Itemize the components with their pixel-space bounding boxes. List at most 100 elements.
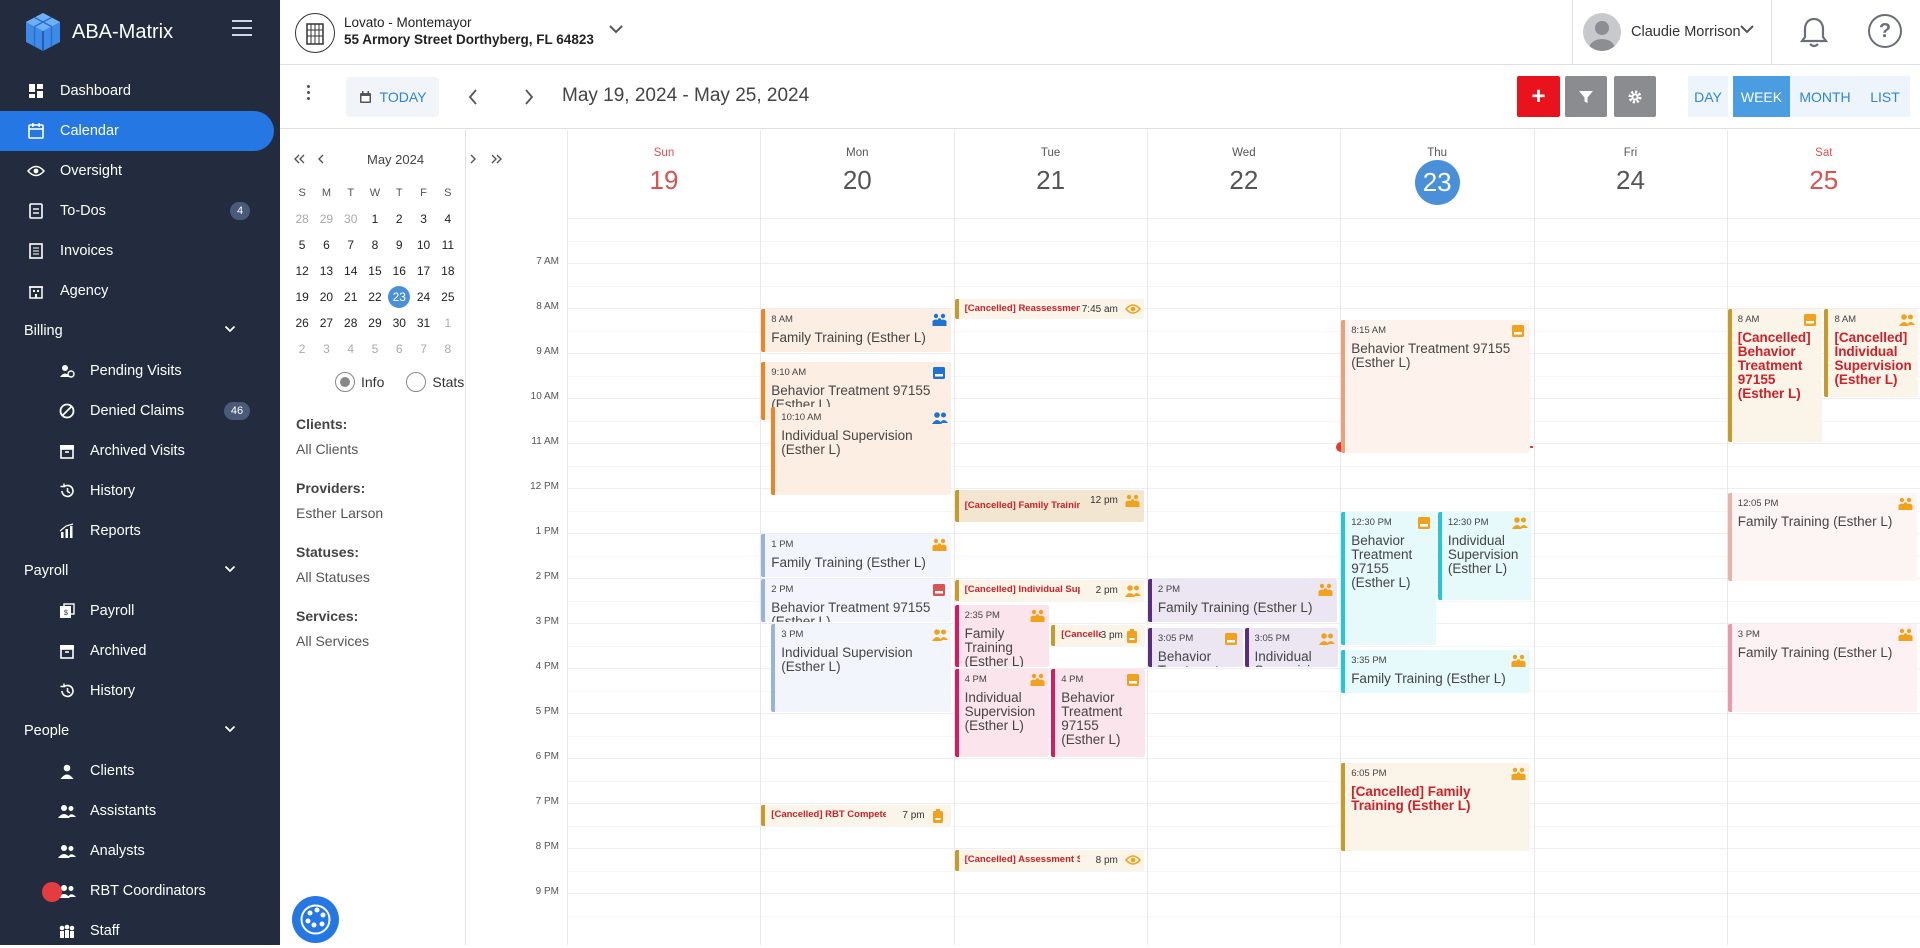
mini-calendar-day[interactable]: 7 xyxy=(411,342,435,356)
sidebar-item-agency[interactable]: Agency xyxy=(0,271,274,311)
day-header-mon[interactable]: Mon 20 xyxy=(760,130,953,218)
services-filter-value[interactable]: All Services xyxy=(296,633,369,649)
view-day-button[interactable]: DAY xyxy=(1688,76,1728,117)
mini-calendar-day[interactable]: 8 xyxy=(436,342,460,356)
calendar-event[interactable]: 3:05 PMIndividual Supervision xyxy=(1244,627,1339,667)
mini-calendar-day[interactable]: 20 xyxy=(314,290,338,304)
brand[interactable]: ABA-Matrix xyxy=(24,12,173,52)
chevron-down-icon[interactable] xyxy=(1739,24,1755,34)
day-header-thu[interactable]: Thu 23 xyxy=(1340,130,1533,218)
mini-calendar-day[interactable]: 14 xyxy=(339,264,363,278)
mini-calendar-day[interactable]: 23 xyxy=(387,286,411,308)
next-week-icon[interactable] xyxy=(522,87,536,107)
calendar-event[interactable]: 2 PM Behavior Treatment 97155 (Esther L) xyxy=(761,579,951,622)
sidebar-item-to-dos[interactable]: To-Dos 4 xyxy=(0,191,274,231)
mini-calendar-day[interactable]: 3 xyxy=(314,342,338,356)
sidebar-item-reports[interactable]: Reports xyxy=(0,511,274,551)
calendar-event[interactable]: [Cancelled] Individual Supervision 2 pm xyxy=(954,580,1144,601)
mini-calendar-day[interactable]: 24 xyxy=(411,290,435,304)
sidebar-item-assistants[interactable]: Assistants xyxy=(0,791,274,831)
mini-calendar-day[interactable]: 2 xyxy=(387,212,411,226)
mini-calendar-day[interactable]: 4 xyxy=(436,212,460,226)
sidebar-item-archived[interactable]: Archived xyxy=(0,631,274,671)
location-address[interactable]: 55 Armory Street Dorthyberg, FL 64823 xyxy=(344,32,594,47)
mini-calendar-day[interactable]: 29 xyxy=(363,316,387,330)
calendar-event[interactable]: 1 PM Family Training (Esther L) xyxy=(761,534,951,577)
sidebar-item-staff[interactable]: Staff xyxy=(0,911,274,945)
clients-filter-value[interactable]: All Clients xyxy=(296,441,358,457)
prev-year-icon[interactable] xyxy=(292,153,306,165)
calendar-event[interactable]: [Cancelled] Reassessment 7:45 am xyxy=(954,298,1144,320)
add-event-button[interactable]: + xyxy=(1517,76,1560,117)
day-header-sun[interactable]: Sun 19 xyxy=(567,130,760,218)
mini-calendar-day[interactable]: 26 xyxy=(290,316,314,330)
calendar-event[interactable]: 3:05 PMBehavior Treatment xyxy=(1147,627,1243,667)
calendar-event[interactable]: [Cancelled]3 pm xyxy=(1051,625,1145,646)
day-header-tue[interactable]: Tue 21 xyxy=(953,130,1147,218)
sidebar-item-denied-claims[interactable]: Denied Claims 46 xyxy=(0,391,274,431)
info-radio-label[interactable]: Info xyxy=(361,374,384,390)
calendar-event[interactable]: 12:30 PM Behavior Treatment 97155 (Esther… xyxy=(1341,511,1436,645)
calendar-event[interactable]: [Cancelled] Assessment Session 8 pm xyxy=(954,850,1144,871)
statuses-filter-value[interactable]: All Statuses xyxy=(296,569,370,585)
settings-button[interactable] xyxy=(1614,76,1656,117)
sidebar-section-billing[interactable]: Billing xyxy=(0,311,274,351)
calendar-event[interactable]: 6:05 PM [Cancelled] Family Training (Esth… xyxy=(1341,762,1531,851)
accessibility-button[interactable] xyxy=(292,896,339,943)
calendar-event[interactable]: 2:35 PM Family Training (Esther L) xyxy=(954,605,1050,667)
mini-calendar-day[interactable]: 6 xyxy=(387,342,411,356)
mini-calendar-day[interactable]: 12 xyxy=(290,264,314,278)
more-options-icon[interactable] xyxy=(307,85,310,100)
mini-calendar-day[interactable]: 13 xyxy=(314,264,338,278)
calendar-event[interactable]: 12:30 PM Individual Supervision (Esther L… xyxy=(1437,511,1532,600)
mini-calendar-day[interactable]: 9 xyxy=(387,238,411,252)
day-header-sat[interactable]: Sat 25 xyxy=(1726,130,1920,218)
mini-calendar-day[interactable]: 3 xyxy=(411,212,435,226)
providers-filter-value[interactable]: Esther Larson xyxy=(296,505,383,521)
calendar-event[interactable]: 8:15 AM Behavior Treatment 97155 (Esther … xyxy=(1341,320,1531,454)
calendar-event[interactable]: 8 AM [Cancelled] Individual Supervision (… xyxy=(1824,309,1919,397)
mini-calendar-day[interactable]: 16 xyxy=(387,264,411,278)
mini-calendar-day[interactable]: 1 xyxy=(436,316,460,330)
chevron-down-icon[interactable] xyxy=(224,565,236,573)
record-indicator-icon[interactable] xyxy=(42,882,62,902)
mini-calendar-day[interactable]: 29 xyxy=(314,212,338,226)
mini-calendar-day[interactable]: 7 xyxy=(339,238,363,252)
info-radio[interactable] xyxy=(335,372,355,392)
prev-month-icon[interactable] xyxy=(316,153,326,165)
calendar-event[interactable]: [Cancelled] RBT Competency 7 pm xyxy=(761,805,951,826)
location-name[interactable]: Lovato - Montemayor xyxy=(344,15,472,30)
sidebar-section-people[interactable]: People xyxy=(0,711,274,751)
sidebar-item-history[interactable]: History xyxy=(0,471,274,511)
mini-calendar-day[interactable]: 25 xyxy=(436,290,460,304)
chevron-down-icon[interactable] xyxy=(224,325,236,333)
calendar-event[interactable]: 8 AM Family Training (Esther L) xyxy=(761,309,951,352)
view-week-button[interactable]: WEEK xyxy=(1733,76,1790,117)
calendar-event[interactable]: 4 PM Behavior Treatment 97155 (Esther L) xyxy=(1051,669,1145,757)
view-month-button[interactable]: MONTH xyxy=(1790,76,1860,117)
mini-calendar-day[interactable]: 17 xyxy=(411,264,435,278)
calendar-event[interactable]: 3:35 PM Family Training (Esther L) xyxy=(1341,650,1531,694)
stats-radio-label[interactable]: Stats xyxy=(432,374,464,390)
next-year-icon[interactable] xyxy=(490,153,504,165)
sidebar-item-analysts[interactable]: Analysts xyxy=(0,831,274,871)
mini-calendar-day[interactable]: 2 xyxy=(290,342,314,356)
sidebar-item-pending-visits[interactable]: Pending Visits xyxy=(0,351,274,391)
chevron-down-icon[interactable] xyxy=(608,24,624,34)
mini-calendar-day[interactable]: 31 xyxy=(411,316,435,330)
mini-calendar-day[interactable]: 11 xyxy=(436,238,460,252)
calendar-event[interactable]: 8 AM [Cancelled] Behavior Treatment 97155… xyxy=(1727,309,1823,442)
view-list-button[interactable]: LIST xyxy=(1860,76,1910,117)
mini-calendar-day[interactable]: 27 xyxy=(314,316,338,330)
mini-calendar-day[interactable]: 4 xyxy=(339,342,363,356)
next-month-icon[interactable] xyxy=(468,153,478,165)
calendar-event[interactable]: 2 PM Family Training (Esther L) xyxy=(1147,579,1338,622)
mini-calendar-day[interactable]: 5 xyxy=(290,238,314,252)
calendar-event[interactable]: 3 PM Family Training (Esther L) xyxy=(1727,624,1918,712)
calendar-event[interactable]: 3 PM Individual Supervision (Esther L) xyxy=(771,624,951,712)
stats-radio[interactable] xyxy=(406,372,427,392)
mini-calendar-day[interactable]: 21 xyxy=(339,290,363,304)
menu-toggle-icon[interactable] xyxy=(232,20,252,36)
sidebar-item-archived-visits[interactable]: Archived Visits xyxy=(0,431,274,471)
sidebar-section-payroll[interactable]: Payroll xyxy=(0,551,274,591)
